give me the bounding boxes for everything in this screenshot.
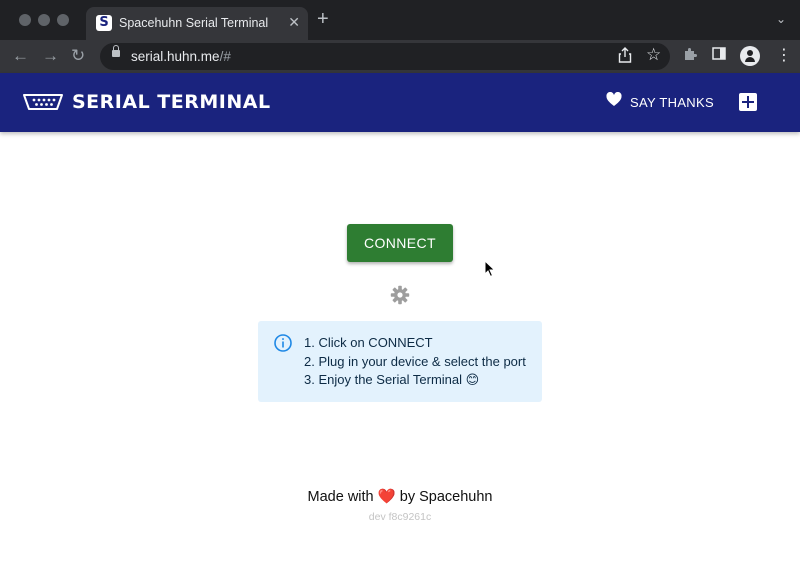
info-box: 1. Click on CONNECT 2. Plug in your devi… bbox=[258, 321, 542, 402]
connect-button[interactable]: CONNECT bbox=[347, 224, 453, 262]
made-with-footer: Made with ❤️ by Spacehuhn bbox=[0, 488, 800, 505]
browser-tab[interactable]: S Spacehuhn Serial Terminal ✕ bbox=[86, 7, 308, 40]
info-step: 3. Enjoy the Serial Terminal 😊 bbox=[304, 372, 480, 387]
close-window-button[interactable] bbox=[19, 14, 31, 26]
say-thanks-button[interactable]: SAY THANKS bbox=[606, 91, 714, 112]
new-tab-icon[interactable]: + bbox=[317, 9, 329, 29]
browser-toolbar: ← → ↻ serial.huhn.me/# ☆ ⋮ bbox=[0, 40, 800, 73]
bookmark-star-icon[interactable]: ☆ bbox=[646, 45, 661, 65]
app-header: SERIAL TERMINAL SAY THANKS bbox=[0, 73, 800, 132]
browser-menu-icon[interactable]: ⋮ bbox=[776, 45, 792, 65]
side-panel-icon[interactable] bbox=[712, 47, 726, 64]
say-thanks-label: SAY THANKS bbox=[630, 94, 714, 110]
info-step: 1. Click on CONNECT bbox=[304, 335, 433, 350]
serial-port-icon bbox=[22, 93, 64, 116]
address-bar[interactable]: serial.huhn.me/# ☆ bbox=[100, 43, 670, 70]
mouse-cursor-icon bbox=[484, 259, 496, 283]
back-arrow-icon[interactable]: ← bbox=[12, 46, 29, 66]
gear-icon[interactable] bbox=[390, 285, 410, 310]
app-title: SERIAL TERMINAL bbox=[72, 91, 271, 113]
add-icon[interactable] bbox=[739, 93, 757, 111]
extensions-puzzle-icon[interactable] bbox=[683, 47, 698, 66]
tab-title: Spacehuhn Serial Terminal bbox=[119, 16, 269, 30]
made-with-suffix: by Spacehuhn bbox=[399, 489, 493, 505]
forward-arrow-icon[interactable]: → bbox=[42, 46, 59, 66]
heart-icon bbox=[606, 91, 622, 112]
version-label: dev f8c9261c bbox=[368, 511, 432, 523]
heart-emoji-icon: ❤️ bbox=[377, 489, 396, 505]
profile-avatar[interactable] bbox=[740, 46, 760, 66]
url-text: serial.huhn.me/# bbox=[131, 49, 231, 64]
browser-window: S Spacehuhn Serial Terminal ✕ + ⌄ ← → ↻ … bbox=[0, 0, 800, 569]
made-with-prefix: Made with bbox=[307, 489, 374, 505]
info-steps: 1. Click on CONNECT 2. Plug in your devi… bbox=[304, 334, 526, 390]
favicon-icon: S bbox=[96, 15, 112, 31]
info-icon bbox=[274, 334, 292, 357]
minimize-window-button[interactable] bbox=[38, 14, 50, 26]
share-icon[interactable] bbox=[618, 47, 632, 67]
reload-icon[interactable]: ↻ bbox=[71, 46, 85, 66]
maximize-window-button[interactable] bbox=[57, 14, 69, 26]
info-step: 2. Plug in your device & select the port bbox=[304, 353, 526, 369]
tab-search-chevron-icon[interactable]: ⌄ bbox=[776, 12, 786, 26]
tab-strip: S Spacehuhn Serial Terminal ✕ + ⌄ bbox=[0, 0, 800, 40]
lock-icon bbox=[112, 45, 120, 57]
close-tab-icon[interactable]: ✕ bbox=[288, 14, 300, 31]
